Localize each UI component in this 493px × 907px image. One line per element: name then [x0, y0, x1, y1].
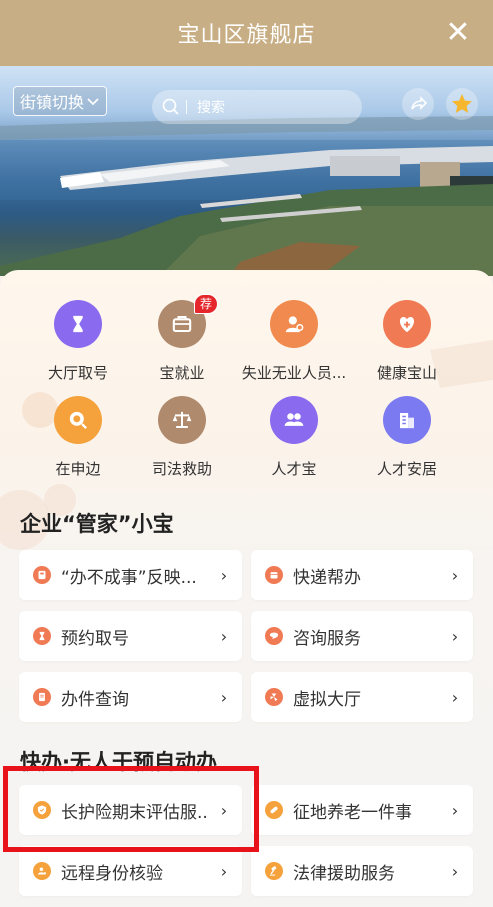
- service-item[interactable]: 人才安居: [347, 396, 467, 479]
- service-item-label: 健康宝山: [376, 364, 437, 382]
- chat-icon: [265, 627, 283, 645]
- favorite-button[interactable]: [446, 88, 478, 120]
- document-icon: [33, 688, 51, 706]
- magnifier-icon: [54, 396, 102, 444]
- share-button[interactable]: [402, 88, 434, 120]
- chevron-down-icon: [87, 98, 99, 106]
- service-item[interactable]: 健康宝山: [347, 300, 467, 383]
- service-item-label: 司法救助: [151, 460, 212, 478]
- service-item-label: 人才安居: [376, 460, 437, 478]
- chevron-right-icon: ›: [451, 565, 459, 585]
- search-placeholder: 搜索: [197, 100, 225, 116]
- gavel-icon: [265, 862, 283, 880]
- service-card-label: 征地养老一件事: [293, 802, 412, 823]
- service-card-label: 预约取号: [61, 628, 129, 649]
- chevron-right-icon: ›: [220, 687, 228, 707]
- hero-banner: 街镇切换 搜索: [0, 66, 493, 276]
- search-icon: [162, 98, 179, 115]
- service-card-label: 办件查询: [61, 689, 129, 710]
- district-switch-button[interactable]: 街镇切换: [13, 86, 108, 116]
- service-card[interactable]: 虚拟大厅 ›: [251, 672, 473, 722]
- heart-plus-icon: [383, 300, 431, 348]
- section-title-enterprise: 企业“管家”小宝: [20, 512, 174, 536]
- service-card-label: 远程身份核验: [61, 863, 163, 884]
- service-card[interactable]: 征地养老一件事 ›: [251, 785, 473, 835]
- flag-icon: [33, 566, 51, 584]
- service-card-label: 长护险期末评估服..: [61, 802, 208, 823]
- service-card-label: 快递帮办: [293, 567, 361, 588]
- title-bar: 宝山区旗舰店 ✕: [0, 0, 493, 66]
- service-card[interactable]: 快递帮办 ›: [251, 550, 473, 600]
- service-item[interactable]: 在申边: [18, 396, 138, 479]
- chevron-right-icon: ›: [220, 626, 228, 646]
- close-icon[interactable]: ✕: [441, 16, 475, 50]
- pill-icon: [265, 801, 283, 819]
- service-item-label: 在申边: [55, 460, 101, 478]
- search-input[interactable]: 搜索: [152, 90, 362, 124]
- service-card[interactable]: “办不成事”反映... ›: [19, 550, 242, 600]
- person-badge-icon: [33, 862, 51, 880]
- star-icon: [452, 94, 472, 113]
- buildings-icon: [383, 396, 431, 444]
- service-card[interactable]: 远程身份核验 ›: [19, 846, 242, 896]
- service-card-label: 虚拟大厅: [293, 689, 361, 710]
- chevron-right-icon: ›: [220, 861, 228, 881]
- service-card-label: “办不成事”反映...: [61, 567, 197, 588]
- fan-icon: [265, 688, 283, 706]
- district-switch-label: 街镇切换: [20, 93, 85, 112]
- service-item[interactable]: 失业无业人员...: [234, 300, 354, 383]
- service-item-label: 失业无业人员...: [241, 364, 347, 382]
- service-item[interactable]: 人才宝: [234, 396, 354, 479]
- page-title: 宝山区旗舰店: [177, 23, 316, 48]
- hourglass-icon: [54, 300, 102, 348]
- service-card-label: 法律援助服务: [293, 863, 395, 884]
- search-divider: [186, 100, 187, 114]
- service-card[interactable]: 法律援助服务 ›: [251, 846, 473, 896]
- scales-icon: [158, 396, 206, 444]
- service-item-label: 宝就业: [159, 364, 205, 382]
- service-card[interactable]: 办件查询 ›: [19, 672, 242, 722]
- chevron-right-icon: ›: [220, 800, 228, 820]
- service-item[interactable]: 司法救助: [122, 396, 242, 479]
- chevron-right-icon: ›: [220, 565, 228, 585]
- service-item[interactable]: 荐宝就业: [122, 294, 242, 383]
- share-icon: [411, 96, 428, 110]
- service-card[interactable]: 预约取号 ›: [19, 611, 242, 661]
- chevron-right-icon: ›: [451, 800, 459, 820]
- service-card[interactable]: 长护险期末评估服.. ›: [19, 785, 242, 835]
- chevron-right-icon: ›: [451, 861, 459, 881]
- service-panel: 大厅取号荐宝就业 失业无业人员... 健康宝山 在申边 司法救助 人才宝 人才安居 企业“管…: [0, 270, 493, 907]
- people-icon: [270, 396, 318, 444]
- service-card-label: 咨询服务: [293, 628, 361, 649]
- package-icon: [265, 566, 283, 584]
- service-item-label: 人才宝: [271, 460, 317, 478]
- shield-icon: [33, 801, 51, 819]
- person-search-icon: [270, 300, 318, 348]
- chevron-right-icon: ›: [451, 687, 459, 707]
- service-item-label: 大厅取号: [47, 364, 108, 382]
- chevron-right-icon: ›: [451, 626, 459, 646]
- service-item[interactable]: 大厅取号: [18, 300, 138, 383]
- section-title-quick: 快办·无人干预自动办: [20, 750, 217, 774]
- recommend-badge: 荐: [193, 294, 218, 314]
- service-card[interactable]: 咨询服务 ›: [251, 611, 473, 661]
- hourglass-icon: [33, 627, 51, 645]
- briefcase-icon: 荐: [158, 294, 218, 348]
